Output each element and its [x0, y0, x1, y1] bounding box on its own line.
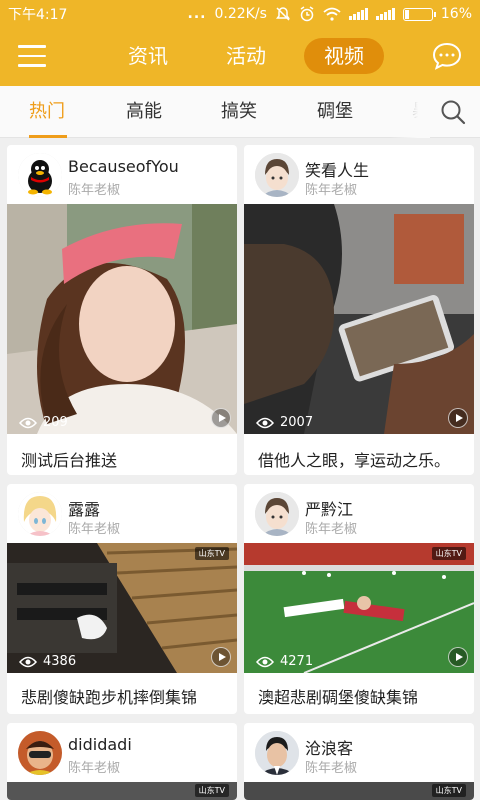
video-title[interactable]: 测试后台推送 — [21, 447, 117, 471]
eye-icon — [256, 417, 274, 428]
view-count: 209 — [19, 415, 68, 430]
view-count: 2007 — [256, 415, 313, 430]
video-watermark: 山东TV — [194, 784, 229, 797]
avatar[interactable] — [18, 492, 62, 536]
battery-percent: 16% — [440, 6, 472, 22]
search-icon[interactable] — [440, 99, 466, 125]
video-thumbnail[interactable]: 山东TV — [7, 782, 237, 800]
category-tabs: 热门 高能 搞笑 碉堡 暴 — [0, 86, 480, 138]
user-subtitle: 陈年老椒 — [68, 522, 121, 537]
video-card[interactable]: 笑看人生 陈年老椒 2007 借他人之眼，享运动之乐。 — [244, 145, 474, 475]
username[interactable]: BecauseofYou — [68, 157, 179, 176]
user-subtitle: 陈年老椒 — [68, 183, 121, 198]
tab-fade — [390, 86, 430, 138]
view-count-value: 209 — [43, 415, 68, 430]
network-speed: 0.22K/s — [214, 6, 267, 22]
eye-icon — [19, 417, 37, 428]
video-title[interactable]: 澳超悲剧碉堡傻缺集锦 — [258, 684, 418, 708]
view-count: 4386 — [19, 654, 76, 669]
avatar[interactable] — [255, 492, 299, 536]
mute-icon — [275, 7, 290, 21]
thumbnail-image — [7, 204, 237, 434]
status-bar: 下午4:17 ... 0.22K/s 16% — [0, 0, 480, 28]
play-icon[interactable] — [211, 647, 231, 667]
notification-dots: ... — [187, 6, 207, 22]
battery-icon — [402, 7, 436, 21]
video-card[interactable]: BecauseofYou 陈年老椒 209 测试后台推送 — [7, 145, 237, 475]
category-hot[interactable]: 热门 — [29, 86, 65, 138]
user-subtitle: 陈年老椒 — [305, 761, 358, 776]
video-card[interactable]: 沧浪客 陈年老椒 山东TV — [244, 723, 474, 800]
username[interactable]: 笑看人生 — [305, 157, 369, 181]
video-card[interactable]: 露露 陈年老椒 山东TV 4386 悲剧傻缺跑步机摔倒集锦 — [7, 484, 237, 714]
video-watermark: 山东TV — [431, 784, 466, 797]
avatar[interactable] — [18, 153, 62, 197]
chat-icon[interactable] — [432, 42, 462, 70]
card-header: 沧浪客 陈年老椒 — [244, 723, 474, 782]
top-nav: 资讯 活动 视频 — [108, 38, 384, 74]
card-header: dididadi 陈年老椒 — [7, 723, 237, 782]
play-icon[interactable] — [211, 408, 231, 428]
view-count-value: 4386 — [43, 654, 77, 669]
card-header: 笑看人生 陈年老椒 — [244, 145, 474, 204]
video-thumbnail[interactable]: 209 — [7, 204, 237, 434]
video-watermark: 山东TV — [431, 547, 466, 560]
username[interactable]: 沧浪客 — [305, 735, 353, 759]
battery-fill — [404, 9, 410, 19]
wifi-icon — [323, 7, 341, 21]
video-thumbnail[interactable]: 山东TV — [244, 782, 474, 800]
view-count: 4271 — [256, 654, 313, 669]
avatar[interactable] — [255, 731, 299, 775]
tab-videos[interactable]: 视频 — [304, 38, 384, 74]
video-thumbnail[interactable]: 山东TV 4271 — [244, 543, 474, 673]
category-high-energy[interactable]: 高能 — [126, 86, 162, 138]
username[interactable]: 露露 — [68, 496, 100, 520]
video-card[interactable]: 严黔江 陈年老椒 山东TV 4271 澳超悲剧碉堡傻缺集锦 — [244, 484, 474, 714]
cell-signal-2-icon — [375, 8, 395, 20]
thumbnail-image — [244, 204, 474, 434]
category-awesome[interactable]: 碉堡 — [317, 86, 353, 138]
user-subtitle: 陈年老椒 — [305, 522, 358, 537]
eye-icon — [19, 656, 37, 667]
status-time: 下午4:17 — [8, 7, 68, 23]
video-watermark: 山东TV — [194, 547, 229, 560]
card-header: 严黔江 陈年老椒 — [244, 484, 474, 543]
avatar[interactable] — [255, 153, 299, 197]
tab-events[interactable]: 活动 — [206, 38, 286, 74]
app-bar: 资讯 活动 视频 — [0, 28, 480, 86]
view-count-value: 2007 — [280, 415, 314, 430]
category-funny[interactable]: 搞笑 — [221, 86, 257, 138]
username[interactable]: dididadi — [68, 735, 132, 754]
eye-icon — [256, 656, 274, 667]
video-card[interactable]: dididadi 陈年老椒 山东TV — [7, 723, 237, 800]
card-header: 露露 陈年老椒 — [7, 484, 237, 543]
play-icon[interactable] — [448, 408, 468, 428]
video-title[interactable]: 悲剧傻缺跑步机摔倒集锦 — [21, 684, 197, 708]
user-subtitle: 陈年老椒 — [305, 183, 358, 198]
avatar[interactable] — [18, 731, 62, 775]
username[interactable]: 严黔江 — [305, 496, 353, 520]
tab-news[interactable]: 资讯 — [108, 38, 188, 74]
active-tab-underline — [29, 135, 67, 138]
video-title[interactable]: 借他人之眼，享运动之乐。 — [258, 447, 450, 471]
card-header: BecauseofYou 陈年老椒 — [7, 145, 237, 204]
alarm-icon — [300, 6, 314, 22]
menu-icon[interactable] — [18, 45, 46, 67]
cell-signal-icon — [348, 8, 368, 20]
play-icon[interactable] — [448, 647, 468, 667]
video-thumbnail[interactable]: 2007 — [244, 204, 474, 434]
video-thumbnail[interactable]: 山东TV 4386 — [7, 543, 237, 673]
view-count-value: 4271 — [280, 654, 314, 669]
user-subtitle: 陈年老椒 — [68, 761, 121, 776]
